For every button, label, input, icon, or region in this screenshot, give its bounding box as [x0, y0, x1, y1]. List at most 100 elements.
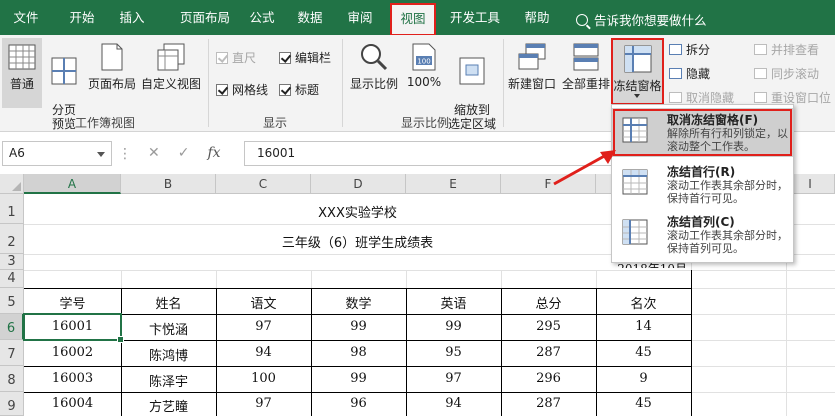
row-header-9[interactable]: 9: [0, 392, 24, 416]
header-cell-total[interactable]: 总分: [501, 293, 596, 312]
table-cell[interactable]: 方艺瞳: [121, 396, 216, 415]
table-cell[interactable]: 卞悦涵: [121, 319, 216, 338]
formula-bar-label: 编辑栏: [295, 51, 332, 65]
insert-function-icon[interactable]: fx: [207, 145, 220, 161]
menu-item-freeze-first-column[interactable]: 冻结首列(C) 滚动工作表其余部分时，保持首列可见。: [612, 210, 793, 259]
active-cell-selection[interactable]: [23, 313, 124, 343]
table-cell[interactable]: 98: [311, 345, 406, 360]
table-cell[interactable]: 94: [216, 345, 311, 360]
split-button[interactable]: 拆分: [669, 41, 710, 58]
table-cell[interactable]: 45: [596, 396, 691, 411]
table-cell[interactable]: 97: [216, 396, 311, 411]
table-cell[interactable]: 97: [406, 371, 501, 386]
tab-review[interactable]: 审阅: [338, 4, 382, 31]
table-cell[interactable]: 16003: [24, 371, 121, 386]
table-cell[interactable]: 陈鸿博: [121, 345, 216, 364]
row-header-1[interactable]: 1: [0, 194, 24, 224]
table-cell[interactable]: 287: [501, 396, 596, 411]
unhide-label: 取消隐藏: [686, 91, 735, 105]
table-cell[interactable]: 94: [406, 396, 501, 411]
cancel-icon[interactable]: ✕: [148, 145, 160, 161]
ruler-checkbox[interactable]: 直尺: [216, 49, 256, 66]
enter-icon[interactable]: ✓: [178, 145, 190, 161]
tab-view[interactable]: 视图: [390, 3, 436, 36]
tab-insert[interactable]: 插入: [110, 4, 154, 31]
table-cell[interactable]: 100: [216, 371, 311, 386]
table-cell[interactable]: 陈泽宇: [121, 371, 216, 390]
page-break-preview-button[interactable]: 分页 预览: [46, 38, 82, 131]
more-icon[interactable]: ⋮: [118, 146, 132, 162]
tab-file[interactable]: 文件: [4, 4, 48, 31]
tab-data[interactable]: 数据: [288, 4, 332, 31]
sync-scroll-label: 同步滚动: [771, 67, 820, 81]
reset-position-icon: [754, 92, 767, 103]
page-layout-view-button[interactable]: 页面布局: [85, 38, 139, 108]
chevron-down-icon[interactable]: [97, 152, 105, 157]
menu-item-unfreeze-panes[interactable]: 取消冻结窗格(F) 解除所有行和列锁定，以滚动整个工作表。: [612, 108, 793, 157]
gridlines-checkbox[interactable]: 网格线: [216, 81, 268, 98]
table-cell[interactable]: 95: [406, 345, 501, 360]
column-header-a[interactable]: A: [24, 174, 121, 194]
normal-view-button[interactable]: 普通: [2, 38, 42, 108]
row-header-3[interactable]: 3: [0, 254, 24, 270]
workbook-views-group-label: 工作簿视图: [74, 116, 135, 130]
header-cell-chinese[interactable]: 语文: [216, 293, 311, 312]
tab-help[interactable]: 帮助: [515, 4, 559, 31]
freeze-panes-button[interactable]: 冻结窗格: [611, 38, 664, 105]
header-cell-english[interactable]: 英语: [406, 293, 501, 312]
name-box[interactable]: A6: [2, 141, 112, 166]
table-cell[interactable]: 16004: [24, 396, 121, 411]
column-header-d[interactable]: D: [311, 174, 406, 194]
row-header-4[interactable]: 4: [0, 270, 24, 288]
tab-home[interactable]: 开始: [60, 4, 104, 31]
header-cell-rank[interactable]: 名次: [596, 293, 691, 312]
table-cell[interactable]: 99: [311, 371, 406, 386]
gridline: [691, 392, 835, 393]
new-window-button[interactable]: 新建窗口: [505, 38, 559, 108]
column-header-b[interactable]: B: [121, 174, 216, 194]
header-cell-student-id[interactable]: 学号: [24, 293, 121, 312]
header-cell-math[interactable]: 数学: [311, 293, 406, 312]
table-cell[interactable]: 296: [501, 371, 596, 386]
zoom-button[interactable]: 显示比例: [348, 38, 400, 108]
row-header-7[interactable]: 7: [0, 340, 24, 366]
table-cell[interactable]: 99: [406, 319, 501, 334]
tab-formulas[interactable]: 公式: [240, 4, 284, 31]
side-by-side-icon: [754, 44, 767, 55]
arrange-all-button[interactable]: 全部重排: [560, 38, 612, 108]
select-all-corner[interactable]: [0, 174, 24, 194]
table-cell[interactable]: 9: [596, 371, 691, 386]
row-header-8[interactable]: 8: [0, 366, 24, 392]
formula-bar-checkbox[interactable]: 编辑栏: [279, 49, 331, 66]
hide-button[interactable]: 隐藏: [669, 65, 710, 82]
menu-item-freeze-top-row[interactable]: 冻结首行(R) 滚动工作表其余部分时，保持首行可见。: [612, 160, 793, 209]
checkbox-mark: [279, 52, 291, 64]
table-cell[interactable]: 295: [501, 319, 596, 334]
tab-developer[interactable]: 开发工具: [443, 4, 507, 31]
headings-label: 标题: [295, 83, 320, 97]
checkbox-mark: [216, 84, 228, 96]
table-cell[interactable]: 99: [311, 319, 406, 334]
zoom-100-button[interactable]: 100 100%: [404, 38, 444, 108]
table-cell[interactable]: 14: [596, 319, 691, 334]
row-header-5[interactable]: 5: [0, 288, 24, 314]
headings-checkbox[interactable]: 标题: [279, 81, 319, 98]
sync-scroll-button[interactable]: 同步滚动: [754, 65, 819, 82]
hide-icon: [669, 68, 682, 79]
tab-page-layout[interactable]: 页面布局: [165, 4, 245, 31]
table-cell[interactable]: 97: [216, 319, 311, 334]
tell-me-search[interactable]: 告诉我你想要做什么: [576, 10, 707, 29]
row-header-2[interactable]: 2: [0, 224, 24, 254]
table-cell[interactable]: 16002: [24, 345, 121, 360]
zoom-to-selection-button[interactable]: 缩放到 选定区域: [446, 38, 498, 131]
custom-views-button[interactable]: 自定义视图: [140, 38, 202, 108]
split-label: 拆分: [686, 43, 711, 57]
column-header-c[interactable]: C: [216, 174, 311, 194]
table-cell[interactable]: 287: [501, 345, 596, 360]
table-cell[interactable]: 45: [596, 345, 691, 360]
table-cell[interactable]: 96: [311, 396, 406, 411]
header-cell-name[interactable]: 姓名: [121, 293, 216, 312]
column-header-e[interactable]: E: [406, 174, 501, 194]
side-by-side-button[interactable]: 并排查看: [754, 41, 819, 58]
row-header-6[interactable]: 6: [0, 314, 24, 340]
